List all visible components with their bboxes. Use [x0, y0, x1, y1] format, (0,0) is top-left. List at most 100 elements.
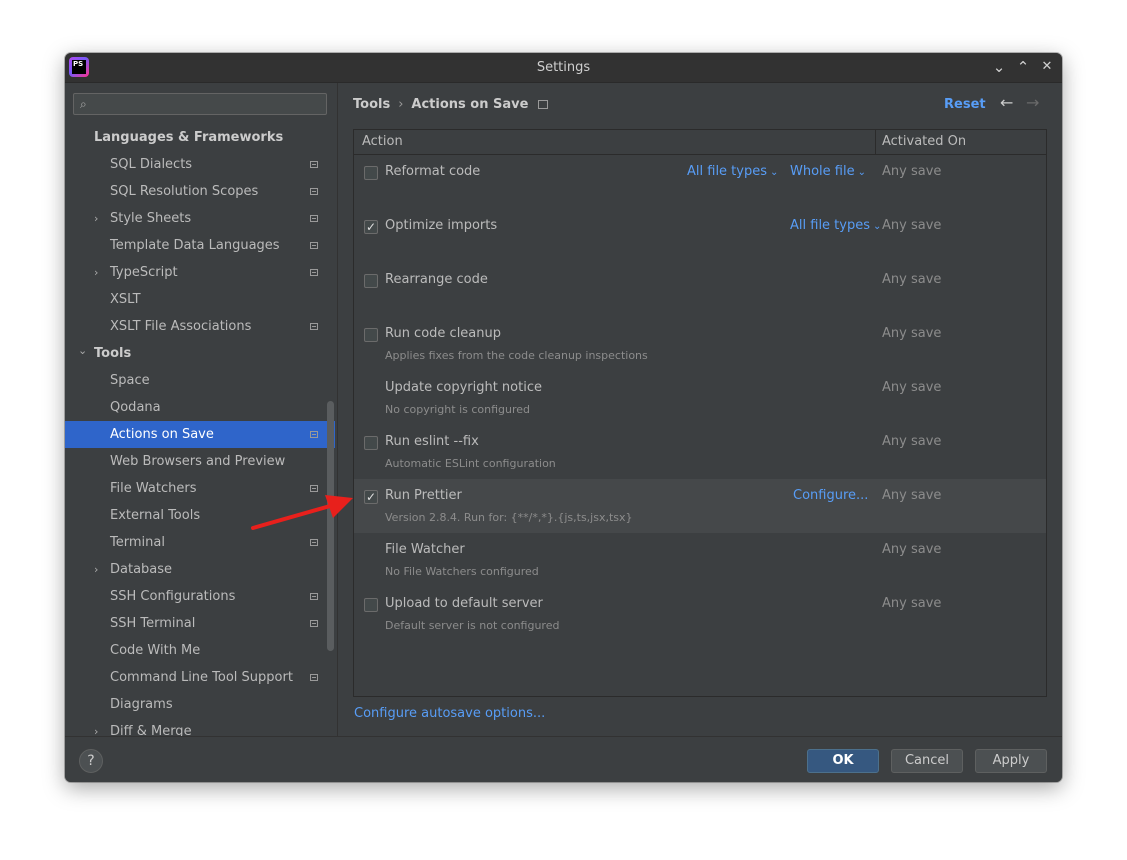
- close-icon[interactable]: ✕: [1038, 58, 1056, 76]
- maximize-icon[interactable]: ⌃: [1014, 58, 1032, 76]
- table-row[interactable]: Update copyright notice No copyright is c…: [354, 371, 1046, 425]
- sidebar-item[interactable]: ⌄ Tools: [65, 340, 335, 367]
- sidebar-item-label: TypeScript: [110, 265, 178, 280]
- activated-on-value[interactable]: Any save: [882, 218, 941, 233]
- table-row[interactable]: Reformat code All file types ⌄ Whole file ⌄ A…: [354, 155, 1046, 209]
- sidebar-item[interactable]: XSLT File Associations: [65, 313, 335, 340]
- project-scope-icon: [310, 269, 318, 276]
- chevron-down-icon: ⌄: [873, 221, 882, 232]
- dropdown-link[interactable]: All file types ⌄: [687, 164, 778, 179]
- sidebar-item[interactable]: Actions on Save: [65, 421, 335, 448]
- table-row[interactable]: File Watcher No File Watchers configured A…: [354, 533, 1046, 587]
- project-scope-icon: [310, 431, 318, 438]
- apply-button[interactable]: Apply: [975, 749, 1047, 773]
- sidebar-item[interactable]: › Style Sheets: [65, 205, 335, 232]
- breadcrumb-parent[interactable]: Tools: [353, 97, 390, 112]
- sidebar-item[interactable]: Code With Me: [65, 637, 335, 664]
- dropdown-link-label: All file types: [687, 164, 767, 179]
- sidebar-item-label: Code With Me: [110, 643, 201, 658]
- sidebar-item[interactable]: SQL Resolution Scopes: [65, 178, 335, 205]
- chevron-down-icon: ⌄: [770, 167, 779, 178]
- checkbox[interactable]: [364, 274, 378, 288]
- sidebar-item[interactable]: › Diff & Merge: [65, 718, 335, 736]
- configure-autosave-link[interactable]: Configure autosave options...: [354, 706, 545, 721]
- sidebar-item[interactable]: › Database: [65, 556, 335, 583]
- activated-on-value[interactable]: Any save: [882, 326, 941, 341]
- checkbox-checked[interactable]: ✓: [364, 220, 378, 234]
- configure-link[interactable]: Configure...: [793, 488, 868, 503]
- cancel-button[interactable]: Cancel: [891, 749, 963, 773]
- project-scope-icon: [310, 593, 318, 600]
- activated-on-value[interactable]: Any save: [882, 488, 941, 503]
- settings-search-input[interactable]: ⌕: [73, 93, 327, 115]
- project-scope-icon: [310, 188, 318, 195]
- column-header-action[interactable]: Action: [362, 130, 403, 154]
- action-title: Rearrange code: [385, 272, 488, 287]
- project-scope-icon: [310, 161, 318, 168]
- activated-on-value[interactable]: Any save: [882, 434, 941, 449]
- dropdown-link-label: Whole file: [790, 164, 855, 179]
- sidebar-item-label: Diff & Merge: [110, 724, 192, 736]
- chevron-right-icon[interactable]: ›: [94, 718, 98, 736]
- chevron-right-icon[interactable]: ›: [94, 259, 98, 286]
- sidebar-item[interactable]: Languages & Frameworks: [65, 124, 335, 151]
- help-button[interactable]: ?: [79, 749, 103, 773]
- checkbox[interactable]: [364, 328, 378, 342]
- sidebar-item-label: XSLT: [110, 292, 141, 307]
- sidebar-item[interactable]: SSH Terminal: [65, 610, 335, 637]
- settings-dialog: PS Settings ⌄ ⌃ ✕ ⌕ Languages & Framewor…: [65, 53, 1062, 782]
- back-arrow-icon[interactable]: ←: [1000, 93, 1013, 112]
- annotation-arrow-shaft: [251, 504, 332, 530]
- activated-on-value[interactable]: Any save: [882, 380, 941, 395]
- sidebar-item[interactable]: SSH Configurations: [65, 583, 335, 610]
- activated-on-value[interactable]: Any save: [882, 542, 941, 557]
- action-description: No copyright is configured: [385, 403, 531, 416]
- ok-button[interactable]: OK: [807, 749, 879, 773]
- column-header-activated-on[interactable]: Activated On: [882, 130, 966, 154]
- checkbox[interactable]: [364, 598, 378, 612]
- table-row[interactable]: Run eslint --fix Automatic ESLint configu…: [354, 425, 1046, 479]
- activated-on-value[interactable]: Any save: [882, 596, 941, 611]
- column-divider: [875, 130, 876, 154]
- sidebar-item-label: XSLT File Associations: [110, 319, 252, 334]
- forward-arrow-icon[interactable]: →: [1026, 93, 1039, 112]
- chevron-down-icon[interactable]: ⌄: [78, 337, 87, 364]
- checkbox-checked[interactable]: ✓: [364, 490, 378, 504]
- table-row[interactable]: ✓ Optimize imports All file types ⌄ Any save: [354, 209, 1046, 263]
- sidebar-item-label: Style Sheets: [110, 211, 192, 226]
- sidebar-item-label: Diagrams: [110, 697, 173, 712]
- table-row[interactable]: Run code cleanup Applies fixes from the c…: [354, 317, 1046, 371]
- dropdown-link[interactable]: Whole file ⌄: [790, 164, 866, 179]
- minimize-icon[interactable]: ⌄: [990, 58, 1008, 76]
- table-row[interactable]: Rearrange code Any save: [354, 263, 1046, 317]
- checkbox[interactable]: [364, 166, 378, 180]
- action-description: No File Watchers configured: [385, 565, 539, 578]
- settings-sidebar: ⌕ Languages & Frameworks SQL Dialects SQL …: [65, 83, 338, 736]
- reset-link[interactable]: Reset: [944, 97, 986, 112]
- project-scope-icon: [310, 620, 318, 627]
- sidebar-item[interactable]: XSLT: [65, 286, 335, 313]
- sidebar-item[interactable]: Diagrams: [65, 691, 335, 718]
- sidebar-item[interactable]: Command Line Tool Support: [65, 664, 335, 691]
- checkbox[interactable]: [364, 436, 378, 450]
- action-description: Version 2.8.4. Run for: {**/*,*}.{js,ts,…: [385, 511, 633, 524]
- actions-table: Action Activated On Reformat code All fil…: [353, 129, 1047, 697]
- dropdown-link[interactable]: All file types ⌄: [790, 218, 881, 233]
- sidebar-item[interactable]: Space: [65, 367, 335, 394]
- sidebar-item[interactable]: Template Data Languages: [65, 232, 335, 259]
- project-scope-icon: [310, 215, 318, 222]
- sidebar-item[interactable]: SQL Dialects: [65, 151, 335, 178]
- annotation-arrow: [251, 495, 353, 530]
- sidebar-item[interactable]: Web Browsers and Preview: [65, 448, 335, 475]
- project-scope-icon: [310, 539, 318, 546]
- activated-on-value[interactable]: Any save: [882, 272, 941, 287]
- chevron-right-icon[interactable]: ›: [94, 205, 98, 232]
- chevron-right-icon[interactable]: ›: [94, 556, 98, 583]
- table-row[interactable]: ✓ Run Prettier Version 2.8.4. Run for: {**…: [354, 479, 1046, 533]
- title-bar: PS Settings ⌄ ⌃ ✕: [65, 53, 1062, 83]
- activated-on-value[interactable]: Any save: [882, 164, 941, 179]
- sidebar-item[interactable]: › TypeScript: [65, 259, 335, 286]
- breadcrumb-separator: ›: [398, 97, 404, 112]
- table-row[interactable]: Upload to default server Default server i…: [354, 587, 1046, 641]
- sidebar-item[interactable]: Qodana: [65, 394, 335, 421]
